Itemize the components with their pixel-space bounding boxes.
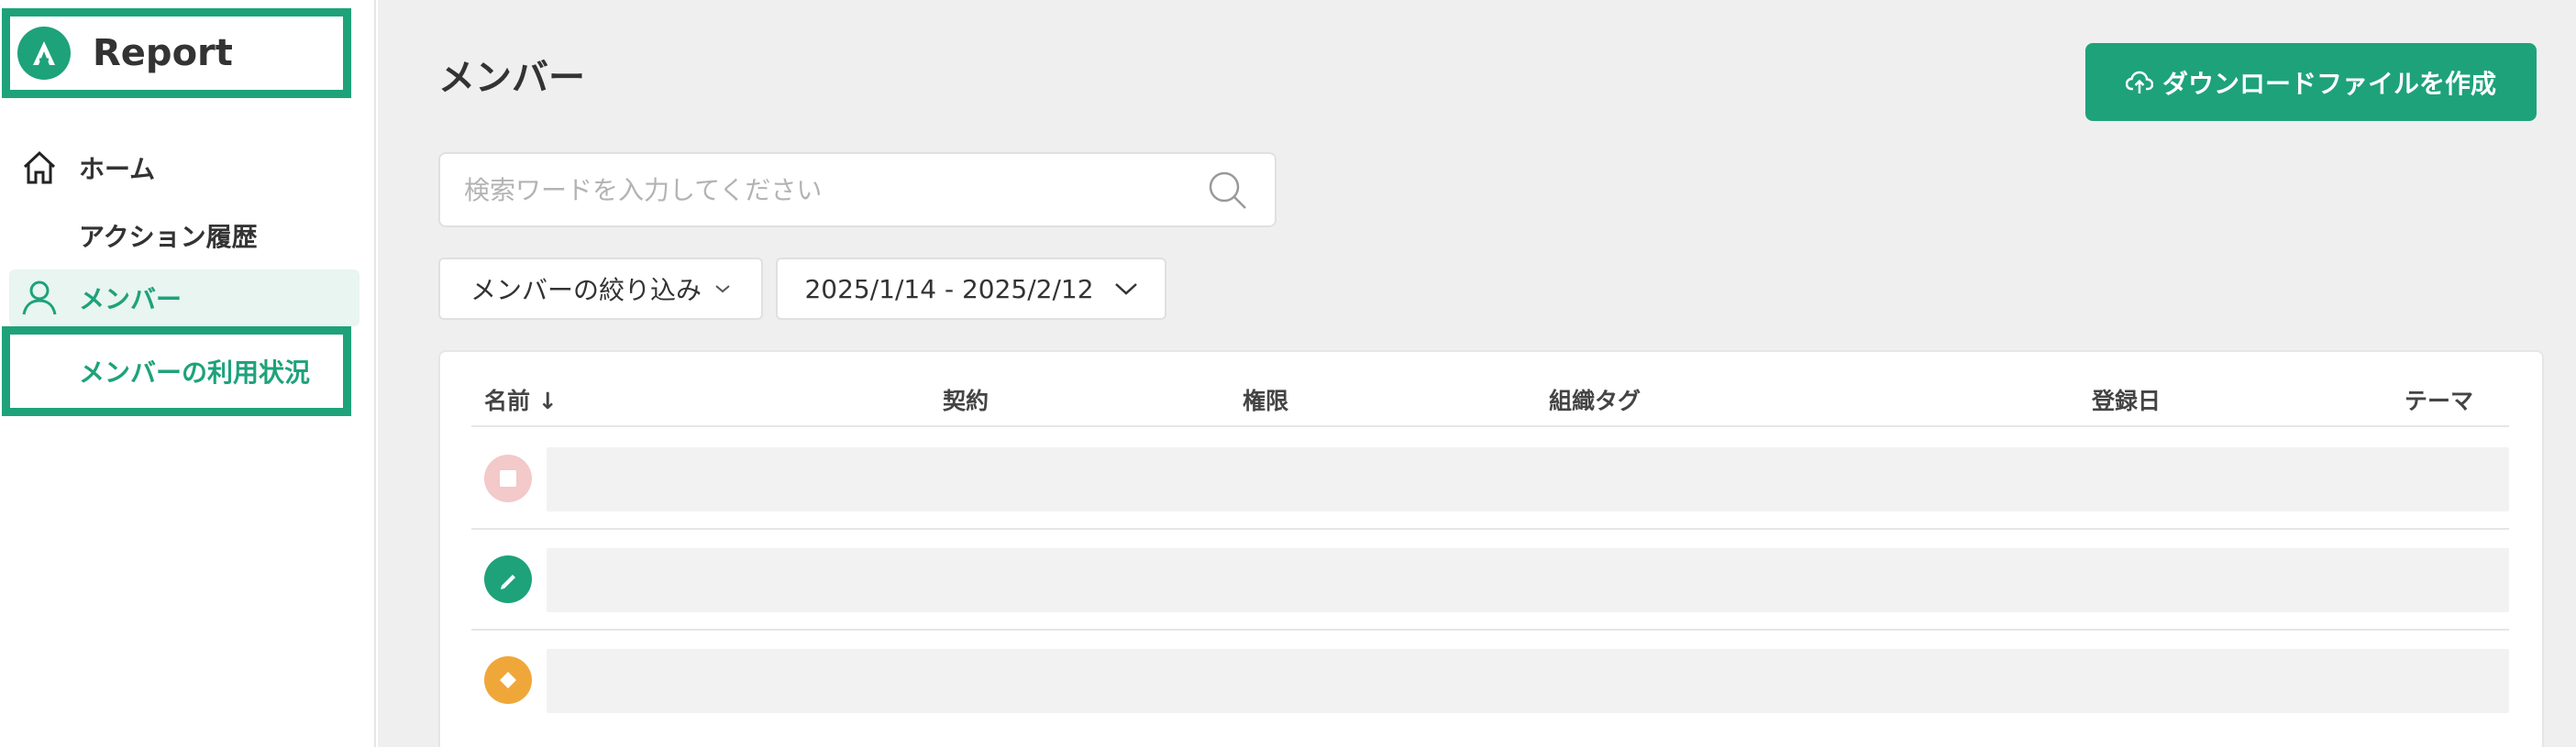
cloud-upload-icon <box>2125 70 2153 95</box>
table-row[interactable] <box>471 530 2509 631</box>
sidebar: Report ホーム アクション履歴 メンバー メンバーの利用状況 <box>0 0 376 747</box>
app-name: Report <box>93 32 233 74</box>
loading-placeholder <box>547 649 2509 713</box>
sidebar-item-label: メンバーの利用状況 <box>79 357 311 388</box>
brand-header[interactable]: Report <box>2 8 351 98</box>
date-range-value: 2025/1/14 - 2025/2/12 <box>804 273 1094 304</box>
chevron-down-icon <box>714 283 731 294</box>
column-header-registered-date: 登録日 <box>2092 388 2161 414</box>
sidebar-item-label: メンバー <box>79 284 182 314</box>
sidebar-item-member-usage[interactable]: メンバーの利用状況 <box>2 326 351 416</box>
download-button-label: ダウンロードファイルを作成 <box>2161 68 2496 99</box>
square-icon <box>484 455 532 502</box>
member-filter-dropdown[interactable]: メンバーの絞り込み <box>438 258 763 320</box>
table-row[interactable] <box>471 429 2509 530</box>
table-header: 名前 ↓ 契約 権限 組織タグ 登録日 テーマ <box>471 378 2509 427</box>
column-header-permission: 権限 <box>1243 388 1289 414</box>
column-header-contract: 契約 <box>943 388 989 414</box>
home-icon <box>17 145 62 191</box>
table-row[interactable] <box>471 631 2509 731</box>
sidebar-item-members[interactable]: メンバー <box>9 269 359 326</box>
main-content: メンバー ダウンロードファイルを作成 メンバーの絞り込み 202 <box>378 0 2576 747</box>
loading-placeholder <box>547 548 2509 612</box>
member-filter-label: メンバーの絞り込み <box>470 275 702 305</box>
search-icon[interactable] <box>1200 162 1255 217</box>
app-logo-icon <box>17 27 71 80</box>
create-download-file-button[interactable]: ダウンロードファイルを作成 <box>2085 43 2537 121</box>
search-input[interactable] <box>440 154 1200 225</box>
chevron-down-icon <box>1114 281 1138 296</box>
sidebar-item-label: アクション履歴 <box>79 222 258 252</box>
date-range-picker[interactable]: 2025/1/14 - 2025/2/12 <box>776 258 1166 320</box>
sidebar-item-action-history[interactable]: アクション履歴 <box>9 207 359 264</box>
search-box <box>438 152 1277 227</box>
user-icon <box>17 275 62 321</box>
pencil-icon <box>484 555 532 603</box>
page-title: メンバー <box>438 57 585 99</box>
sidebar-item-home[interactable]: ホーム <box>9 139 359 196</box>
sidebar-item-label: ホーム <box>79 154 156 184</box>
column-header-org-tag: 組織タグ <box>1549 388 1642 414</box>
loading-placeholder <box>547 447 2509 511</box>
members-table: 名前 ↓ 契約 権限 組織タグ 登録日 テーマ <box>438 350 2544 747</box>
column-header-name[interactable]: 名前 ↓ <box>484 383 558 416</box>
diamond-icon <box>484 656 532 704</box>
column-header-theme: テーマ <box>2405 388 2474 414</box>
